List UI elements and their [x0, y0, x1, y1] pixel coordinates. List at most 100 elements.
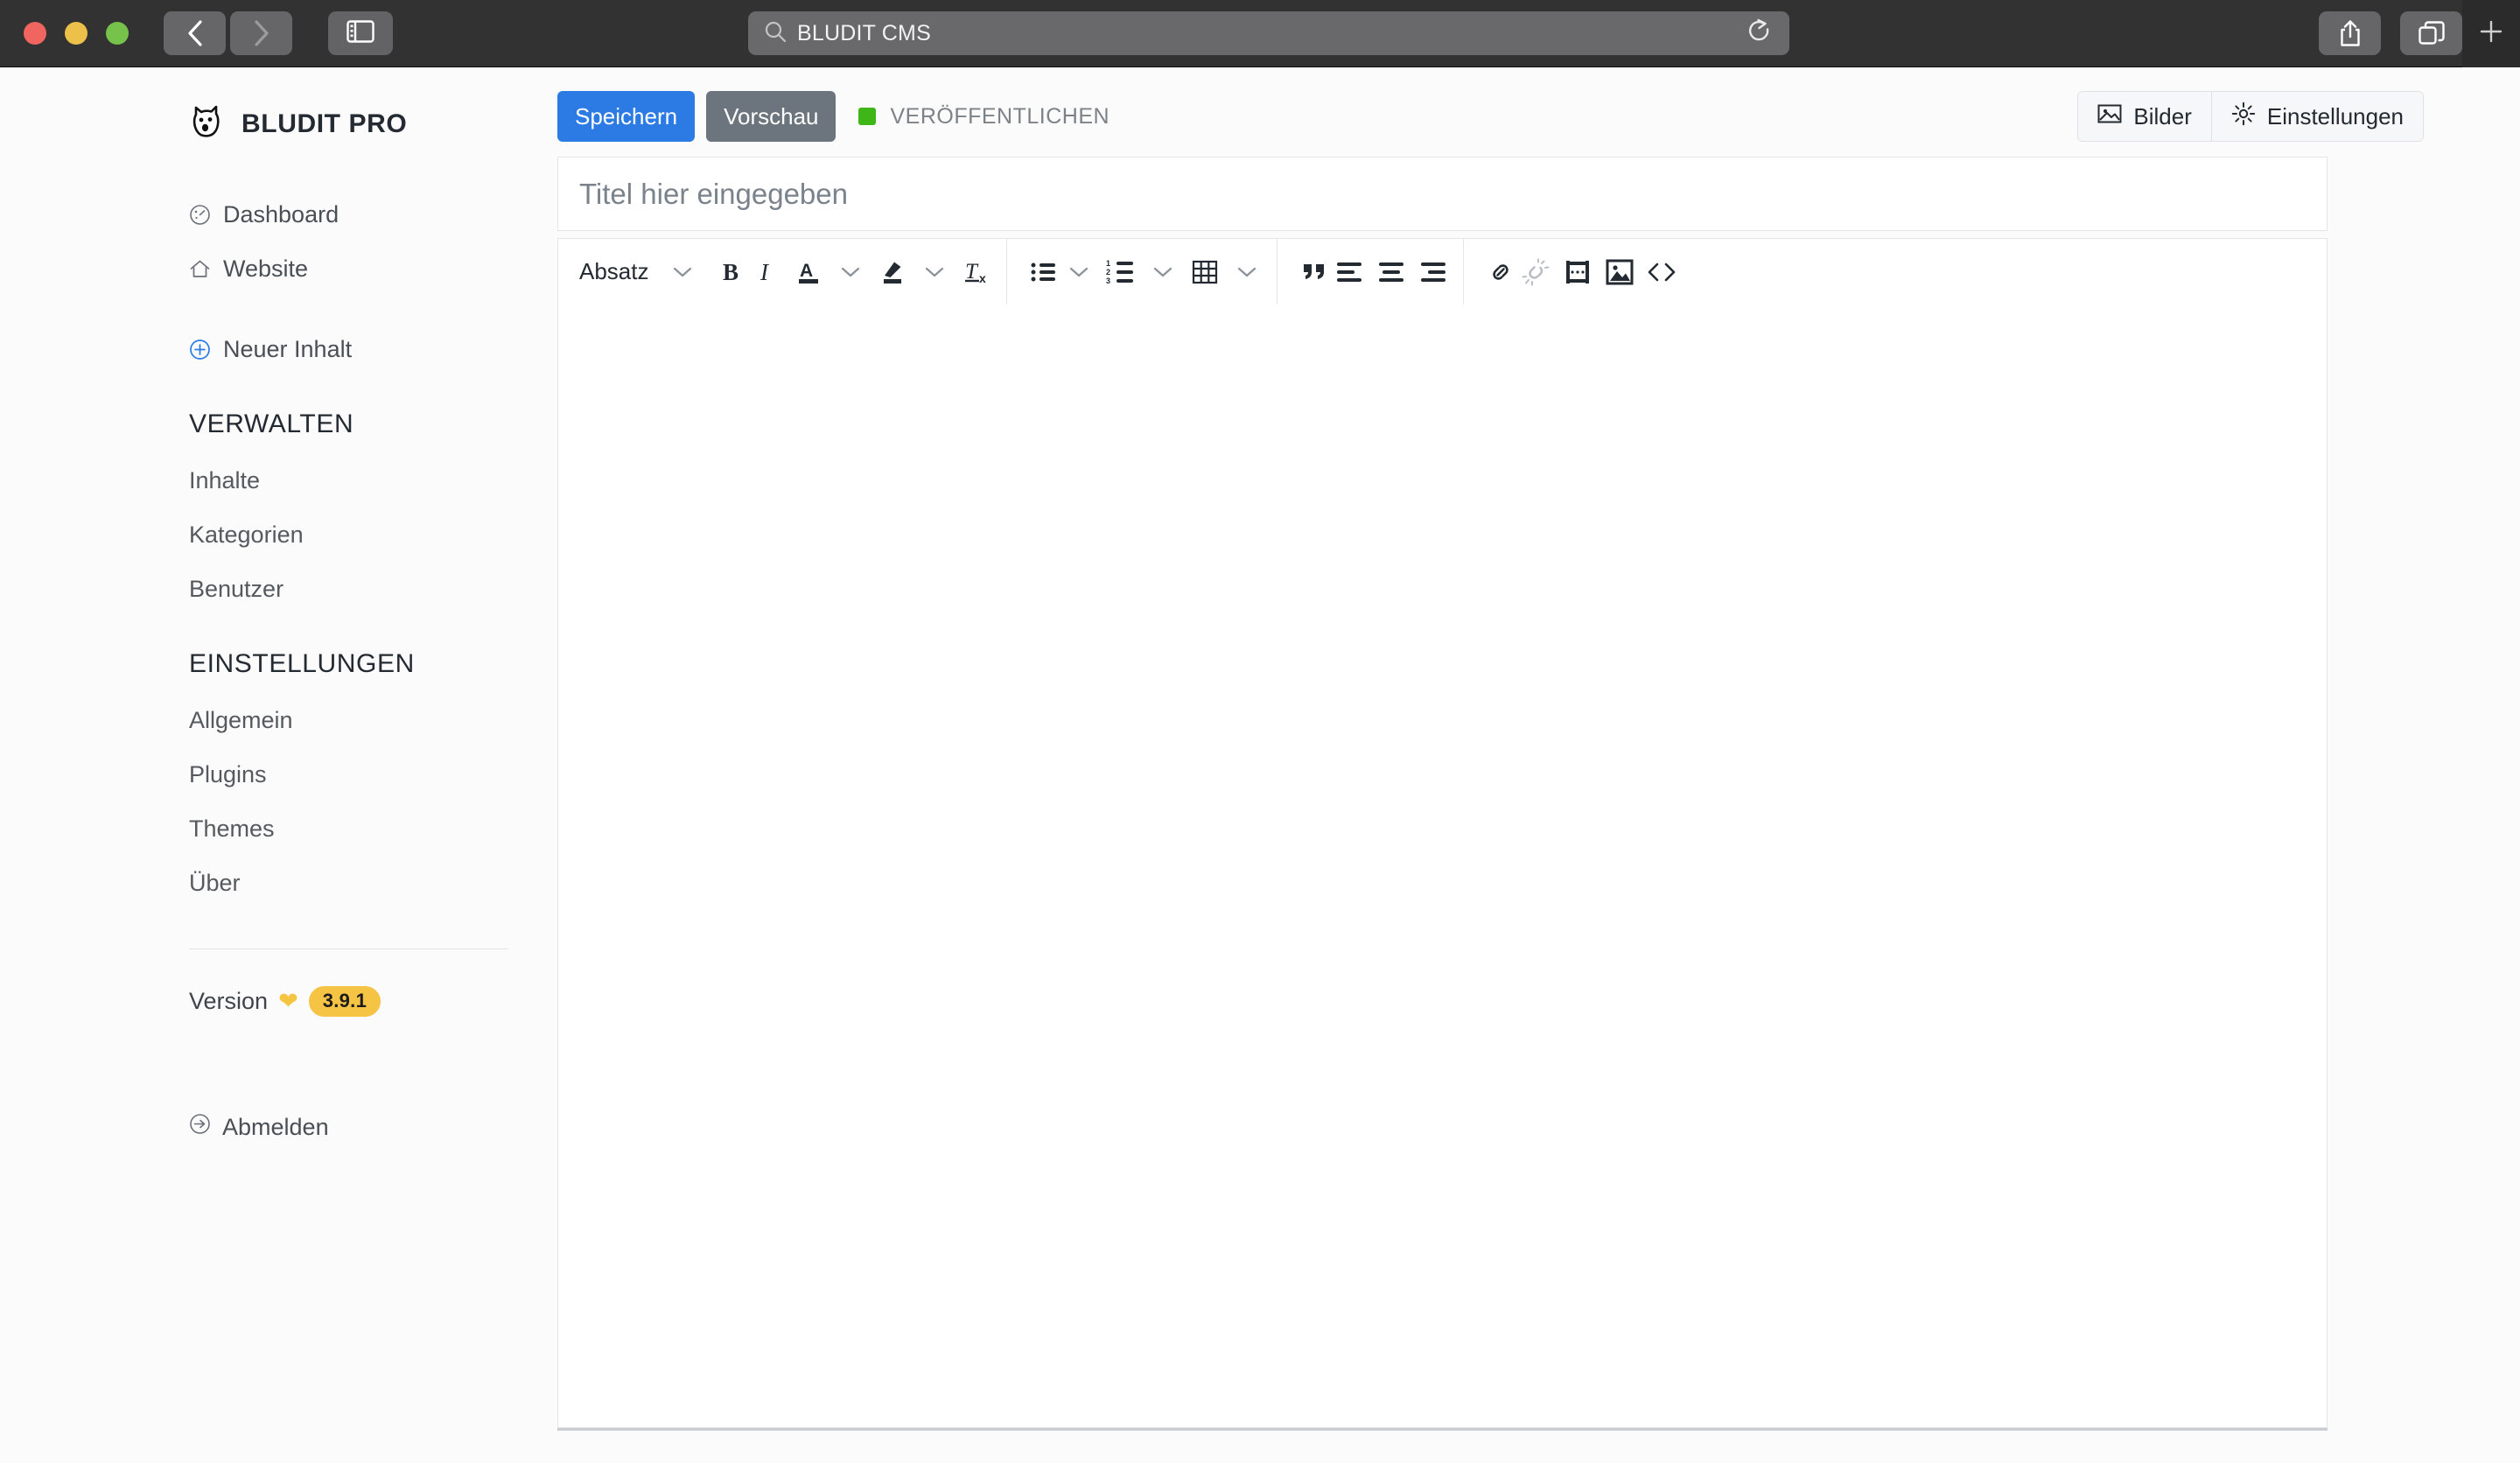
toolbar-align-group — [1278, 239, 1464, 304]
speedometer-icon — [189, 204, 213, 226]
browser-navigation-buttons — [164, 11, 292, 55]
svg-text:A: A — [800, 261, 813, 281]
sidebar-item-label: Themes — [189, 816, 275, 843]
table-icon[interactable] — [1184, 247, 1226, 298]
title-input[interactable] — [579, 178, 2327, 211]
chevron-down-icon[interactable] — [662, 247, 704, 298]
back-button[interactable] — [164, 11, 226, 55]
sidebar-item-label: Benutzer — [189, 576, 284, 603]
browser-right-buttons — [2319, 11, 2462, 55]
sidebar-section-title-verwalten: VERWALTEN — [189, 410, 557, 439]
bold-icon[interactable]: B — [704, 247, 746, 298]
share-icon — [2338, 19, 2362, 47]
chevron-left-icon — [185, 18, 206, 48]
home-icon — [189, 258, 213, 280]
settings-button[interactable]: Einstellungen — [2211, 92, 2423, 141]
blockquote-icon[interactable] — [1286, 247, 1328, 298]
sidebar-spacer — [189, 296, 557, 322]
minimize-window-button[interactable] — [65, 22, 88, 45]
save-button[interactable]: Speichern — [557, 91, 695, 142]
clear-formatting-icon[interactable]: T x — [956, 247, 998, 298]
sidebar-item-inhalte[interactable]: Inhalte — [189, 453, 557, 508]
align-left-icon[interactable] — [1328, 247, 1370, 298]
brand-logo-row[interactable]: BLUDIT PRO — [189, 102, 557, 145]
chevron-down-icon[interactable] — [1058, 247, 1100, 298]
chevron-down-icon[interactable] — [1226, 247, 1268, 298]
chevron-down-icon[interactable] — [914, 247, 956, 298]
address-bar[interactable]: BLUDIT CMS — [748, 11, 1789, 55]
text-color-icon[interactable]: A — [788, 247, 830, 298]
sidebar-item-ueber[interactable]: Über — [189, 856, 557, 910]
editor-content-area[interactable] — [557, 304, 2328, 1428]
bullet-list-icon[interactable] — [1016, 247, 1058, 298]
sidebar-item-label: Website — [223, 256, 308, 283]
browser-chrome: BLUDIT CMS — [0, 0, 2520, 67]
insert-image-icon[interactable] — [1599, 247, 1641, 298]
sidebar-item-label: Allgemein — [189, 707, 293, 734]
svg-text:3: 3 — [1106, 276, 1110, 285]
plus-circle-icon — [189, 339, 213, 360]
heart-icon: ❤ — [278, 988, 298, 1015]
align-center-icon[interactable] — [1370, 247, 1412, 298]
unlink-icon[interactable] — [1515, 247, 1557, 298]
status-badge: VERÖFFENTLICHEN — [890, 104, 1110, 130]
sidebar-item-dashboard[interactable]: Dashboard — [189, 187, 557, 242]
chevron-down-icon[interactable] — [830, 247, 872, 298]
new-tab-button[interactable] — [2462, 0, 2520, 67]
main-content: Speichern Vorschau VERÖFFENTLICHEN Bilde… — [557, 67, 2520, 1463]
chevron-down-icon[interactable] — [1142, 247, 1184, 298]
bludit-dog-logo — [189, 102, 224, 145]
svg-text:B: B — [723, 259, 738, 285]
toolbar-insert-group — [1464, 239, 1691, 304]
horizontal-rule-icon[interactable] — [1557, 247, 1599, 298]
images-button[interactable]: Bilder — [2078, 92, 2210, 141]
sidebar-item-allgemein[interactable]: Allgemein — [189, 693, 557, 747]
sidebar-toggle-button[interactable] — [328, 11, 393, 55]
logout-link[interactable]: Abmelden — [189, 1113, 557, 1141]
maximize-window-button[interactable] — [106, 22, 129, 45]
sidebar-item-label: Plugins — [189, 761, 267, 788]
paragraph-format-dropdown[interactable]: Absatz — [567, 258, 662, 285]
sidebar-item-website[interactable]: Website — [189, 242, 557, 296]
image-icon — [2097, 103, 2122, 130]
sidebar-item-benutzer[interactable]: Benutzer — [189, 562, 557, 616]
italic-icon[interactable]: I — [746, 247, 788, 298]
sidebar-item-themes[interactable]: Themes — [189, 802, 557, 856]
window-traffic-lights — [24, 22, 129, 45]
tab-overview-icon — [2418, 21, 2445, 46]
share-button[interactable] — [2319, 11, 2381, 55]
sidebar-item-kategorien[interactable]: Kategorien — [189, 508, 557, 562]
status-indicator-icon — [858, 108, 876, 125]
tab-overview-button[interactable] — [2400, 11, 2462, 55]
reload-icon[interactable] — [1747, 18, 1772, 49]
sidebar-item-label: Inhalte — [189, 467, 260, 494]
search-icon — [764, 20, 787, 47]
sidebar-item-label: Dashboard — [223, 201, 339, 228]
publish-status[interactable]: VERÖFFENTLICHEN — [858, 104, 1110, 130]
editor-right-button-group: Bilder — [2077, 91, 2424, 142]
close-window-button[interactable] — [24, 22, 46, 45]
sidebar-item-label: Neuer Inhalt — [223, 336, 352, 363]
align-right-icon[interactable] — [1412, 247, 1454, 298]
version-badge: 3.9.1 — [309, 986, 381, 1017]
code-view-icon[interactable] — [1641, 247, 1683, 298]
forward-button[interactable] — [230, 11, 292, 55]
images-button-label: Bilder — [2133, 103, 2191, 130]
sidebar-item-label: Kategorien — [189, 522, 304, 549]
preview-button[interactable]: Vorschau — [706, 91, 836, 142]
admin-sidebar: BLUDIT PRO Dashboard Website — [0, 67, 557, 1463]
link-icon[interactable] — [1473, 247, 1515, 298]
editor-toolbar: Absatz B I A — [557, 238, 2328, 305]
svg-text:2: 2 — [1106, 268, 1110, 276]
address-bar-text: BLUDIT CMS — [797, 21, 931, 46]
sidebar-item-new-content[interactable]: Neuer Inhalt — [189, 322, 557, 376]
brand-name: BLUDIT PRO — [242, 109, 407, 139]
sidebar-item-plugins[interactable]: Plugins — [189, 747, 557, 802]
numbered-list-icon[interactable]: 1 2 3 — [1100, 247, 1142, 298]
highlight-color-icon[interactable] — [872, 247, 914, 298]
logout-arrow-icon — [189, 1113, 211, 1141]
toolbar-format-group: Absatz B I A — [558, 239, 1007, 304]
chevron-right-icon — [251, 18, 272, 48]
settings-button-label: Einstellungen — [2267, 103, 2404, 130]
page-body: BLUDIT PRO Dashboard Website — [0, 67, 2520, 1463]
